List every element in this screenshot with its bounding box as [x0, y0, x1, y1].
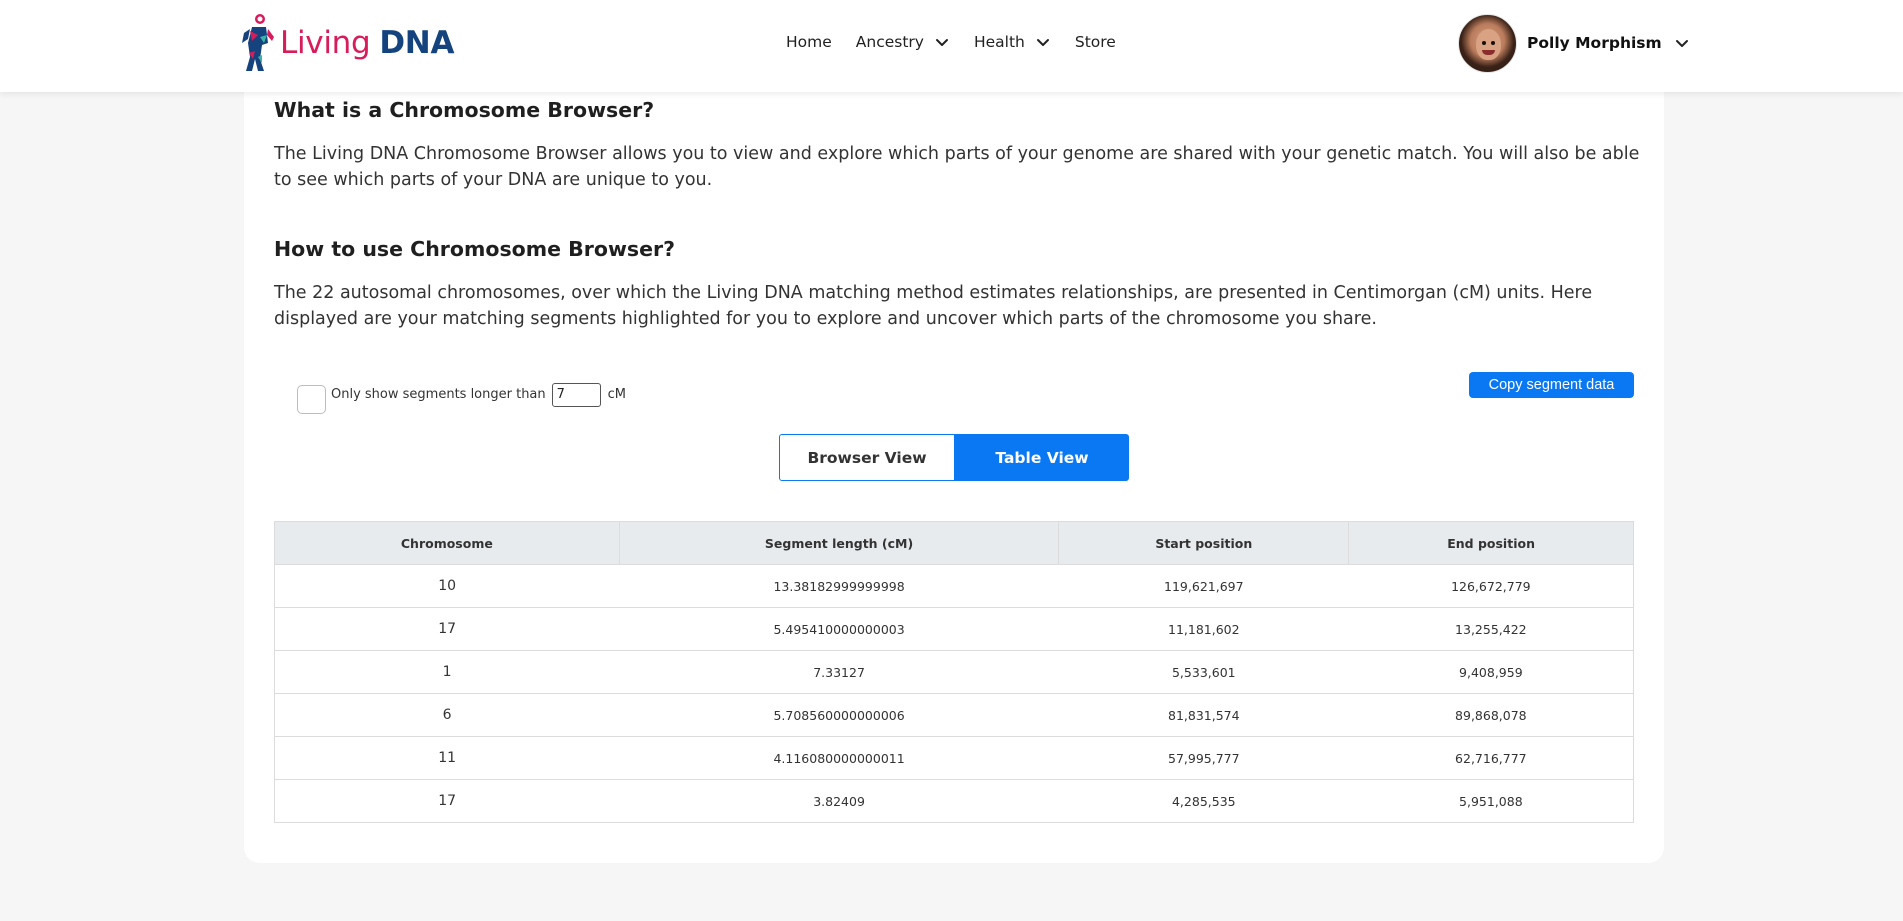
- cell-end-position: 62,716,777: [1348, 736, 1634, 780]
- table-row: 1 7.33127 5,533,601 9,408,959: [274, 650, 1634, 694]
- cell-segment-length: 4.116080000000011: [619, 736, 1059, 780]
- section-heading-what: What is a Chromosome Browser?: [274, 98, 655, 122]
- table-row: 10 13.38182999999998 119,621,697 126,672…: [274, 564, 1634, 608]
- cell-end-position: 89,868,078: [1348, 693, 1634, 737]
- logo-dna: DNA: [379, 25, 455, 61]
- view-toggle: Browser View Table View: [779, 434, 1129, 481]
- section-body-what: The Living DNA Chromosome Browser allows…: [274, 144, 1640, 190]
- column-header-end-position[interactable]: End position: [1348, 521, 1634, 565]
- table-header-row: Chromosome Segment length (cM) Start pos…: [274, 521, 1634, 565]
- cell-start-position: 81,831,574: [1058, 693, 1349, 737]
- cell-segment-length: 5.495410000000003: [619, 607, 1059, 651]
- cell-start-position: 5,533,601: [1058, 650, 1349, 694]
- section-body-how: The 22 autosomal chromosomes, over which…: [274, 283, 1593, 329]
- cell-segment-length: 7.33127: [619, 650, 1059, 694]
- user-name: Polly Morphism: [1527, 34, 1662, 52]
- cell-segment-length: 13.38182999999998: [619, 564, 1059, 608]
- nav-store-label: Store: [1074, 33, 1116, 51]
- cell-chromosome: 1: [274, 650, 620, 694]
- top-header: Living DNA Home Ancestry Health Store Pol…: [0, 0, 1903, 92]
- cell-segment-length: 3.82409: [619, 779, 1059, 823]
- nav-home-label: Home: [786, 33, 832, 51]
- nav-ancestry-label: Ancestry: [855, 33, 924, 51]
- table-row: 17 5.495410000000003 11,181,602 13,255,4…: [274, 607, 1634, 651]
- user-menu[interactable]: Polly Morphism: [1458, 13, 1690, 73]
- table-row: 17 3.82409 4,285,535 5,951,088: [274, 779, 1634, 823]
- avatar-face: [1476, 28, 1501, 60]
- logo-living: Living: [280, 25, 371, 61]
- dna-person-logo-icon: [242, 14, 274, 71]
- nav-store[interactable]: Store: [1075, 33, 1116, 51]
- cell-start-position: 57,995,777: [1058, 736, 1349, 780]
- table-row: 6 5.708560000000006 81,831,574 89,868,07…: [274, 693, 1634, 737]
- cell-chromosome: 17: [274, 607, 620, 651]
- table-view-button[interactable]: Table View: [955, 434, 1129, 481]
- cell-chromosome: 17: [274, 779, 620, 823]
- avatar-eye: [1491, 40, 1495, 45]
- cell-chromosome: 6: [274, 693, 620, 737]
- living-dna-logo[interactable]: Living DNA: [240, 13, 454, 73]
- segment-length-unit: cM: [607, 387, 627, 402]
- segment-table: Chromosome Segment length (cM) Start pos…: [274, 521, 1634, 823]
- nav-ancestry[interactable]: Ancestry: [856, 33, 950, 51]
- segment-filter-label: Only show segments longer than: [331, 387, 546, 402]
- nav-health[interactable]: Health: [974, 33, 1051, 51]
- avatar[interactable]: [1458, 13, 1517, 73]
- avatar-eye: [1482, 40, 1486, 45]
- cell-end-position: 126,672,779: [1348, 564, 1634, 608]
- chevron-down-icon: [1036, 39, 1049, 46]
- column-header-segment-length[interactable]: Segment length (cM): [618, 521, 1060, 565]
- cell-end-position: 13,255,422: [1348, 607, 1634, 651]
- nav-health-label: Health: [973, 33, 1025, 51]
- main-nav: Home Ancestry Health Store: [786, 30, 1140, 54]
- avatar-smile: [1482, 49, 1495, 55]
- table-row: 11 4.116080000000011 57,995,777 62,716,7…: [274, 736, 1634, 780]
- cell-start-position: 4,285,535: [1058, 779, 1349, 823]
- segment-length-input[interactable]: [551, 382, 601, 407]
- copy-segment-data-button[interactable]: Copy segment data: [1469, 372, 1634, 398]
- logo-text: Living DNA: [280, 25, 454, 61]
- chevron-down-icon: [935, 39, 948, 46]
- browser-view-button[interactable]: Browser View: [779, 434, 955, 481]
- column-header-start-position[interactable]: Start position: [1058, 521, 1350, 565]
- cell-segment-length: 5.708560000000006: [619, 693, 1059, 737]
- cell-chromosome: 11: [274, 736, 620, 780]
- segment-length-checkbox[interactable]: [297, 385, 326, 414]
- segment-filter: Only show segments longer than cM: [297, 375, 626, 414]
- cell-end-position: 9,408,959: [1348, 650, 1634, 694]
- cell-end-position: 5,951,088: [1348, 779, 1634, 823]
- nav-home[interactable]: Home: [786, 33, 832, 51]
- cell-start-position: 119,621,697: [1058, 564, 1349, 608]
- chevron-down-icon[interactable]: [1674, 35, 1690, 51]
- column-header-chromosome[interactable]: Chromosome: [274, 521, 620, 565]
- cell-start-position: 11,181,602: [1058, 607, 1349, 651]
- section-heading-how: How to use Chromosome Browser?: [274, 237, 676, 261]
- cell-chromosome: 10: [274, 564, 620, 608]
